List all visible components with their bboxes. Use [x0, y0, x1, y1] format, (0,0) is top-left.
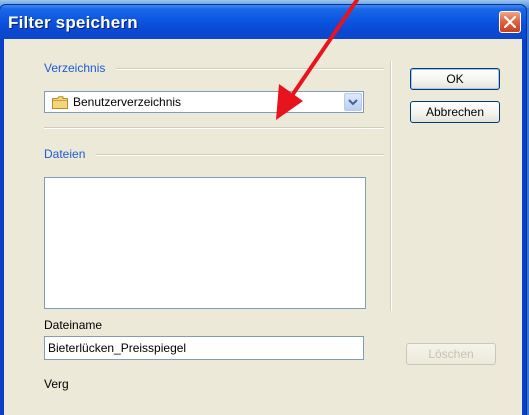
buttons-separator [390, 61, 392, 311]
directory-group-bottom-line [44, 127, 384, 129]
directory-group-label: Verzeichnis [44, 61, 106, 75]
directory-selected-value: Benutzerverzeichnis [73, 95, 182, 109]
close-button[interactable] [499, 11, 521, 33]
files-listbox[interactable] [44, 177, 366, 309]
directory-combobox[interactable]: Benutzerverzeichnis [44, 91, 364, 113]
comparison-label: Verg [44, 377, 69, 391]
delete-button[interactable]: Löschen [406, 343, 496, 365]
cancel-button[interactable]: Abbrechen [410, 101, 500, 123]
title-bar[interactable]: Filter speichern [0, 5, 526, 39]
ok-button[interactable]: OK [410, 68, 500, 90]
dialog-body: Verzeichnis Benutzerverzeichnis Dateien … [4, 39, 522, 415]
directory-dropdown-button[interactable] [344, 93, 362, 111]
filename-label: Dateiname [44, 318, 103, 332]
filename-input[interactable]: Bieterlücken_Preisspiegel [44, 336, 364, 360]
files-group-label: Dateien [44, 147, 86, 161]
chevron-down-icon [348, 99, 358, 106]
files-group-line [96, 154, 384, 156]
folder-icon [52, 96, 68, 109]
directory-group-line [116, 68, 384, 70]
close-x-icon [504, 16, 516, 28]
dialog-title: Filter speichern [8, 13, 138, 32]
filter-save-dialog: Filter speichern Verzeichnis Benutzerver… [0, 5, 526, 415]
